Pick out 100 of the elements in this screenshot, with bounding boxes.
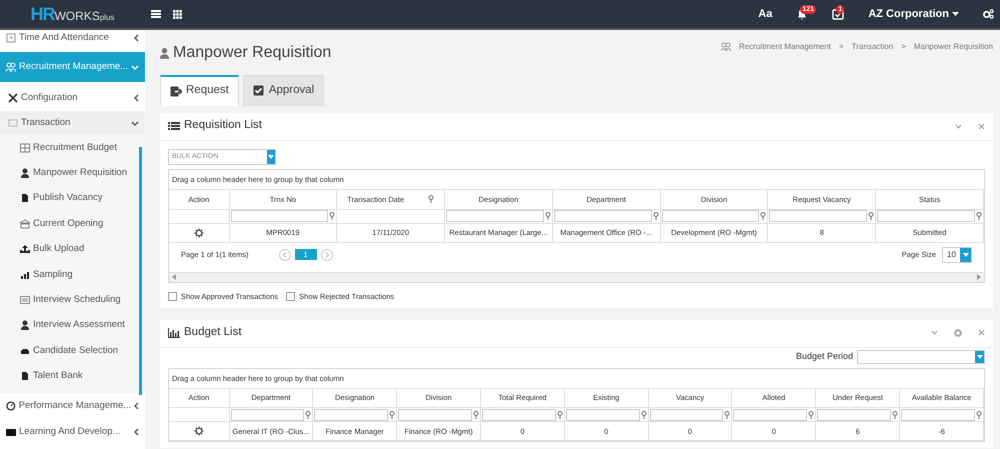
company-dropdown[interactable]: AZ Corporation xyxy=(862,6,965,22)
clock-icon xyxy=(6,33,16,43)
close-icon[interactable] xyxy=(978,122,985,130)
filter-icon[interactable] xyxy=(640,410,647,419)
sidebar-item[interactable]: Interview Assessment xyxy=(0,312,145,338)
dropdown-arrow-icon[interactable] xyxy=(268,155,274,159)
close-icon[interactable] xyxy=(978,329,985,336)
chevron-left-icon xyxy=(134,94,139,102)
settings-icon[interactable] xyxy=(983,9,994,19)
filter-icon[interactable] xyxy=(544,212,551,220)
filter-field[interactable] xyxy=(662,210,760,222)
sidebar-item[interactable]: Sampling xyxy=(0,262,145,288)
card-icon xyxy=(20,295,30,306)
filter-icon[interactable] xyxy=(305,410,312,419)
chevron-left-icon xyxy=(134,34,139,42)
filter-field[interactable] xyxy=(650,408,724,421)
person-icon xyxy=(20,320,30,330)
sidebar-item[interactable]: Candidate Selection xyxy=(0,338,145,364)
building-icon xyxy=(20,218,30,229)
person-icon xyxy=(160,46,169,58)
filter-icon[interactable] xyxy=(329,212,336,220)
grid-icon xyxy=(20,142,30,153)
sidebar-item[interactable]: Talent Bank xyxy=(0,364,145,389)
checkbox[interactable] xyxy=(168,292,177,301)
sidebar-item[interactable]: Publish Vacancy xyxy=(0,186,145,212)
breadcrumb-link[interactable]: Manpower Requisition xyxy=(914,40,993,52)
filter-icon[interactable] xyxy=(976,410,982,419)
next-page-button[interactable] xyxy=(320,248,333,260)
filter-icon[interactable] xyxy=(724,410,730,419)
filter-field[interactable] xyxy=(769,210,868,222)
sidebar-item[interactable]: Manpower Requisition xyxy=(0,160,145,186)
people-icon xyxy=(720,42,731,51)
sidebar-item[interactable]: Current Opening xyxy=(0,211,145,237)
filter-field[interactable] xyxy=(314,408,388,421)
gear-icon[interactable] xyxy=(194,426,204,436)
filter-icon[interactable] xyxy=(760,212,766,220)
book-icon xyxy=(6,426,16,437)
filter-icon[interactable] xyxy=(556,410,563,419)
sidebar-item[interactable]: Performance Manageme... xyxy=(0,392,145,419)
filter-field[interactable] xyxy=(446,210,544,222)
sidebar-item[interactable]: Transaction xyxy=(0,111,145,135)
horizontal-scrollbar[interactable] xyxy=(169,272,984,282)
chevron-left-icon xyxy=(134,402,139,410)
page-title: Manpower Requisition xyxy=(173,42,332,62)
font-size-button[interactable]: Aa xyxy=(752,6,778,22)
dropdown-arrow-icon[interactable] xyxy=(976,354,982,359)
panel-title: Requisition List xyxy=(184,118,262,134)
filter-field[interactable] xyxy=(230,210,328,222)
sidebar-item[interactable]: Configuration xyxy=(0,85,145,111)
bar-chart-icon xyxy=(20,270,30,280)
breadcrumb-separator: > xyxy=(901,40,906,52)
collapse-icon[interactable] xyxy=(955,124,962,128)
document-icon xyxy=(20,193,30,204)
filter-icon[interactable] xyxy=(868,212,874,220)
filter-field[interactable] xyxy=(482,408,556,421)
scrollbar-thumb[interactable] xyxy=(139,147,142,395)
checkbox[interactable] xyxy=(286,292,296,301)
page-size-dropdown[interactable]: 10 xyxy=(942,246,972,262)
filter-icon[interactable] xyxy=(428,195,434,204)
breadcrumb-link[interactable]: Recruitment Management xyxy=(738,40,831,52)
sidebar-item[interactable]: Interview Scheduling xyxy=(0,287,145,313)
previous-page-button[interactable] xyxy=(278,248,291,260)
filter-icon[interactable] xyxy=(892,410,898,419)
filter-field[interactable] xyxy=(230,408,304,421)
sidebar-item[interactable]: Bulk Upload xyxy=(0,236,145,262)
upload-icon xyxy=(20,244,30,254)
filter-field[interactable] xyxy=(817,408,892,421)
filter-field[interactable] xyxy=(566,408,640,421)
scroll-right-icon[interactable] xyxy=(977,274,981,280)
hrworks-logo: HRWORKSplus xyxy=(29,2,116,26)
gauge-icon xyxy=(6,400,16,411)
person-icon xyxy=(20,168,30,178)
filter-field[interactable] xyxy=(733,408,808,421)
filter-field[interactable] xyxy=(877,210,975,222)
chevron-left-icon xyxy=(134,428,139,436)
filter-icon[interactable] xyxy=(472,410,479,419)
sidebar-item[interactable]: Recruitment Budget xyxy=(0,135,145,160)
filter-field[interactable] xyxy=(554,210,652,222)
tools-icon xyxy=(8,93,18,103)
caret-icon xyxy=(952,12,959,16)
budget-period-dropdown[interactable] xyxy=(857,350,985,364)
sidebar-item[interactable]: Time And Attendance xyxy=(0,30,145,46)
filter-icon[interactable] xyxy=(808,410,814,419)
sidebar-item[interactable]: Learning And Develop... xyxy=(0,418,145,445)
filter-icon[interactable] xyxy=(976,212,982,220)
dropdown-arrow-icon[interactable] xyxy=(962,252,968,256)
tab[interactable]: Request xyxy=(160,75,239,106)
filter-icon[interactable] xyxy=(389,410,396,419)
tab[interactable]: Approval xyxy=(242,75,324,106)
filter-icon[interactable] xyxy=(652,212,659,220)
exit-icon xyxy=(170,86,182,96)
scroll-left-icon[interactable] xyxy=(172,274,176,280)
document-icon xyxy=(20,371,30,382)
filter-field[interactable] xyxy=(398,408,472,421)
breadcrumb-separator: > xyxy=(839,40,844,52)
collapse-icon[interactable] xyxy=(931,330,938,336)
filter-field[interactable] xyxy=(901,408,975,421)
people-icon xyxy=(6,62,16,72)
breadcrumb-link[interactable]: Transaction xyxy=(852,40,894,52)
gear-icon[interactable] xyxy=(194,228,204,238)
